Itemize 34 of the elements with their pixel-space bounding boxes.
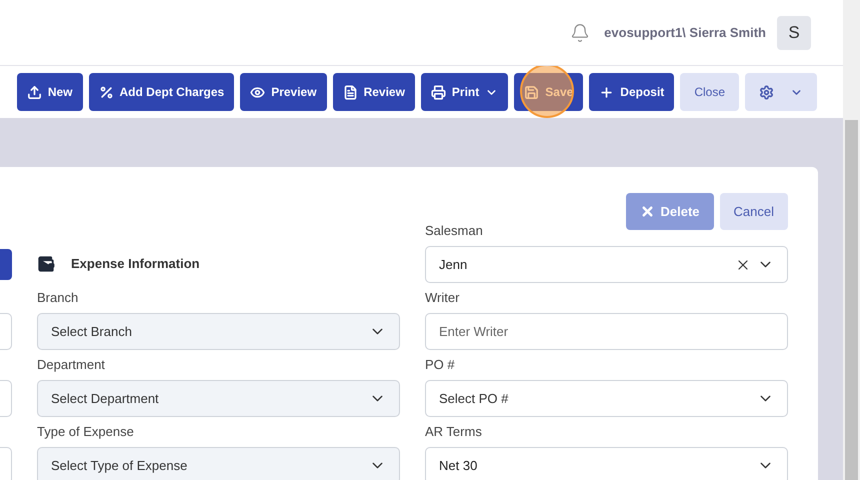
settings-icon — [759, 84, 774, 100]
percent-icon — [98, 84, 114, 100]
field-label: Department — [37, 356, 105, 374]
select-field[interactable]: Jenn — [425, 246, 788, 283]
field-label: Salesman — [425, 222, 483, 240]
settings-dropdown-button[interactable] — [745, 73, 817, 111]
toolbar-button[interactable]: Preview — [240, 73, 327, 111]
field-label: Branch — [37, 289, 78, 308]
field-label: Type of Expense — [37, 423, 134, 442]
notification-bell-icon[interactable] — [570, 22, 590, 42]
toolbar-button[interactable]: Add Dept Charges — [88, 73, 234, 111]
toolbar-button[interactable]: Deposit — [589, 73, 674, 111]
field-label: Writer — [425, 289, 460, 308]
input-field[interactable]: Enter Writer — [425, 313, 788, 350]
user-name: evosupport1\ Sierra Smith — [604, 24, 766, 42]
field-label: PO # — [425, 356, 455, 374]
cancel-button[interactable]: Cancel — [720, 193, 788, 230]
document-icon — [342, 84, 358, 100]
section-title: Expense Information — [71, 255, 200, 274]
wallet-icon — [37, 255, 55, 273]
toolbar-button[interactable]: Review — [332, 73, 415, 111]
select-field[interactable]: Net 30 — [425, 447, 788, 480]
close-icon — [640, 204, 654, 219]
plus-icon — [599, 84, 614, 100]
toolbar-button[interactable]: Close — [680, 73, 739, 111]
eye-icon — [250, 84, 266, 100]
printer-icon — [430, 84, 446, 100]
field-label: AR Terms — [425, 423, 482, 442]
select-field[interactable]: Select PO # — [425, 380, 788, 417]
toolbar-button[interactable]: New — [16, 73, 82, 111]
user-avatar[interactable]: S — [777, 16, 811, 50]
click-indicator — [520, 66, 574, 118]
toolbar-button[interactable]: Print — [420, 73, 508, 111]
upload-icon — [26, 84, 42, 100]
